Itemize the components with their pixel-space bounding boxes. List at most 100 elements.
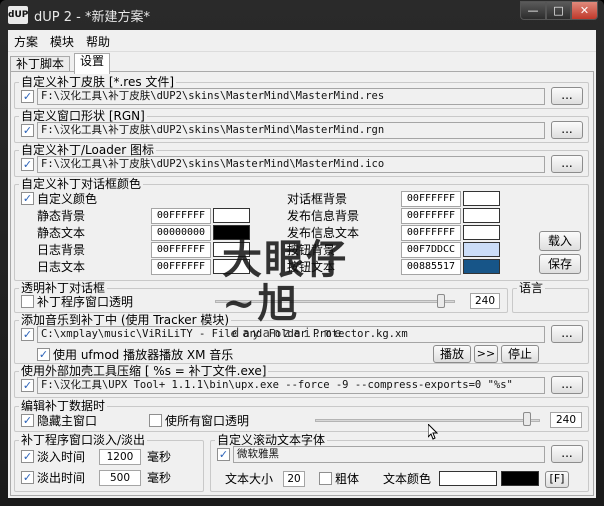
fade-in-label: 淡入时间 — [37, 450, 86, 464]
music-checkbox[interactable]: ✓ — [21, 328, 34, 341]
next-button[interactable]: >> — [474, 345, 498, 363]
shape-group-title: 自定义窗口形状 [RGN] — [19, 109, 147, 123]
color-swatch[interactable] — [463, 242, 500, 257]
fade-in-checkbox[interactable]: ✓ — [21, 450, 34, 463]
save-colors-button[interactable]: 保存 — [539, 254, 581, 274]
fade-group: 补丁程序窗口淡入/淡出 ✓ 淡入时间 1200 毫秒 ✓ 淡出时间 500 毫秒 — [14, 433, 204, 492]
bold-checkbox[interactable]: ✓ — [319, 472, 332, 485]
minimize-button[interactable]: — — [520, 1, 546, 20]
skin-path-field[interactable]: F:\汉化工具\补丁皮肤\dUP2\skins\MasterMind\Maste… — [37, 88, 545, 105]
font-group: 自定义滚动文本字体 ✓ 微软雅黑 ... 文本大小 20 ✓ 粗体 文本颜色 [… — [210, 433, 589, 492]
font-checkbox[interactable]: ✓ — [217, 448, 230, 461]
color-swatch[interactable] — [463, 259, 500, 274]
color-hex-field[interactable]: 00FFFFFF — [401, 208, 461, 224]
edit-slider-track[interactable] — [315, 419, 540, 422]
stop-button[interactable]: 停止 — [501, 345, 539, 363]
color-swatch[interactable] — [213, 225, 250, 240]
play-button[interactable]: 播放 — [433, 345, 471, 363]
icon-browse-button[interactable]: ... — [551, 155, 583, 173]
all-transparent-checkbox[interactable]: ✓ — [149, 414, 162, 427]
color-label: 日志文本 — [37, 260, 86, 274]
shape-checkbox[interactable]: ✓ — [21, 124, 34, 137]
bold-label: 粗体 — [335, 472, 360, 486]
app-icon: dUP — [8, 6, 28, 24]
skin-browse-button[interactable]: ... — [551, 87, 583, 105]
music-group-title: 添加音乐到补丁中 (使用 Tracker 模块) — [19, 313, 232, 327]
app-window: dUP dUP 2 - *新建方案* — □ ✕ 方案 模块 帮助 补丁脚本 设… — [0, 0, 604, 506]
color-swatch[interactable] — [213, 242, 250, 257]
packer-browse-button[interactable]: ... — [551, 376, 583, 394]
font-size-value[interactable]: 20 — [283, 471, 305, 487]
font-group-title: 自定义滚动文本字体 — [215, 433, 328, 447]
color-hex-field[interactable]: 00FFFFFF — [401, 225, 461, 241]
color-label: 发布信息背景 — [287, 209, 360, 223]
tab-settings[interactable]: 设置 — [74, 53, 111, 74]
edit-slider-thumb[interactable] — [522, 412, 531, 426]
transparency-slider-track[interactable] — [215, 300, 455, 303]
title-bar[interactable]: dUP dUP 2 - *新建方案* — □ ✕ — [0, 0, 604, 30]
font-browse-button[interactable]: ... — [551, 445, 583, 463]
ufmod-checkbox[interactable]: ✓ — [37, 348, 50, 361]
shape-path-field[interactable]: F:\汉化工具\补丁皮肤\dUP2\skins\MasterMind\Maste… — [37, 122, 545, 139]
font-name-field[interactable]: 微软雅黑 — [233, 446, 545, 463]
fade-out-checkbox[interactable]: ✓ — [21, 471, 34, 484]
color-hex-field[interactable]: 00000000 — [151, 225, 211, 241]
color-label: 静态背景 — [37, 209, 86, 223]
music-path-field[interactable]: C:\xmplay\music\ViRiLiTY - File and Fold… — [37, 326, 545, 343]
edit-value[interactable]: 240 — [550, 412, 582, 428]
ufmod-label: 使用 ufmod 播放器播放 XM 音乐 — [53, 348, 234, 362]
client-area: 方案 模块 帮助 补丁脚本 设置 自定义补丁皮肤 [*.res 文件] ✓ F:… — [8, 30, 596, 498]
hide-main-checkbox[interactable]: ✓ — [21, 414, 34, 427]
packer-command-field[interactable]: F:\汉化工具\UPX Tool+ 1.1.1\bin\upx.exe --fo… — [37, 377, 545, 394]
color-swatch[interactable] — [213, 208, 250, 223]
skin-checkbox[interactable]: ✓ — [21, 90, 34, 103]
load-colors-button[interactable]: 载入 — [539, 231, 581, 251]
fade-in-unit: 毫秒 — [147, 450, 172, 464]
skin-group: 自定义补丁皮肤 [*.res 文件] ✓ F:\汉化工具\补丁皮肤\dUP2\s… — [14, 75, 589, 109]
text-color-swatch[interactable] — [501, 471, 539, 486]
menu-help[interactable]: 帮助 — [86, 33, 110, 50]
custom-color-label: 自定义颜色 — [37, 192, 98, 206]
color-swatch[interactable] — [463, 191, 500, 206]
font-f-button[interactable]: [F] — [545, 471, 569, 488]
icon-path-field[interactable]: F:\汉化工具\补丁皮肤\dUP2\skins\MasterMind\Maste… — [37, 156, 545, 173]
color-hex-field[interactable]: 00885517 — [401, 259, 461, 275]
tab-strip: 补丁脚本 设置 — [8, 52, 596, 74]
music-group: 添加音乐到补丁中 (使用 Tracker 模块) ✓ C:\xmplay\mus… — [14, 313, 589, 364]
transparency-group-title: 透明补丁对话框 — [19, 281, 108, 295]
fade-out-value[interactable]: 500 — [99, 470, 141, 486]
maximize-button[interactable]: □ — [546, 1, 571, 20]
color-hex-field[interactable]: 00FFFFFF — [401, 191, 461, 207]
color-hex-field[interactable]: 00FFFFFF — [151, 259, 211, 275]
custom-color-checkbox[interactable]: ✓ — [21, 192, 34, 205]
font-size-label: 文本大小 — [225, 472, 274, 486]
close-button[interactable]: ✕ — [571, 1, 598, 20]
color-hex-field[interactable]: 00F7DDCC — [401, 242, 461, 258]
icon-checkbox[interactable]: ✓ — [21, 158, 34, 171]
packer-checkbox[interactable]: ✓ — [21, 379, 34, 392]
color-swatch[interactable] — [463, 208, 500, 223]
color-hex-field[interactable]: 00FFFFFF — [151, 208, 211, 224]
icon-group: 自定义补丁/Loader 图标 ✓ F:\汉化工具\补丁皮肤\dUP2\skin… — [14, 143, 589, 177]
color-label: 静态文本 — [37, 226, 86, 240]
transparency-group: 透明补丁对话框 ✓ 补丁程序窗口透明 240 — [14, 281, 508, 313]
music-browse-button[interactable]: ... — [551, 325, 583, 343]
icon-group-title: 自定义补丁/Loader 图标 — [19, 143, 156, 157]
fade-in-value[interactable]: 1200 — [99, 449, 141, 465]
color-hex-field[interactable]: 00FFFFFF — [151, 242, 211, 258]
menu-module[interactable]: 模块 — [50, 33, 74, 50]
color-label: 发布信息文本 — [287, 226, 360, 240]
transparency-checkbox[interactable]: ✓ — [21, 295, 34, 308]
text-color-field[interactable] — [439, 471, 497, 486]
color-swatch[interactable] — [213, 259, 250, 274]
colors-group-title: 自定义补丁对话框颜色 — [19, 177, 144, 191]
transparency-slider-thumb[interactable] — [436, 294, 445, 308]
text-color-label: 文本颜色 — [383, 472, 432, 486]
language-group-title: 语言 — [517, 281, 546, 295]
skin-group-title: 自定义补丁皮肤 [*.res 文件] — [19, 75, 177, 89]
shape-browse-button[interactable]: ... — [551, 121, 583, 139]
menu-scheme[interactable]: 方案 — [14, 33, 38, 50]
color-swatch[interactable] — [463, 225, 500, 240]
packer-group: 使用外部加壳工具压缩 [ %s = 补丁文件.exe] ✓ F:\汉化工具\UP… — [14, 364, 589, 398]
transparency-value[interactable]: 240 — [470, 293, 500, 309]
